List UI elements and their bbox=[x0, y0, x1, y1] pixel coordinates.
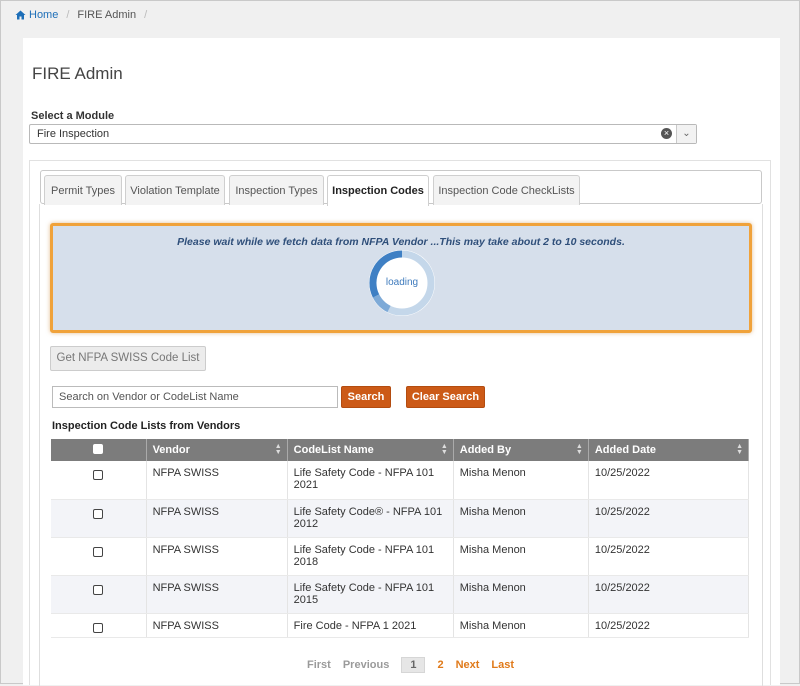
added-by-cell: Misha Menon bbox=[453, 613, 589, 638]
home-icon bbox=[15, 10, 26, 20]
added-date-cell: 10/25/2022 bbox=[588, 499, 750, 538]
breadcrumb-separator: / bbox=[144, 9, 148, 21]
vendor-cell: NFPA SWISS bbox=[146, 461, 288, 500]
codelist-cell: Life Safety Code - NFPA 101 2015 bbox=[287, 575, 454, 614]
added-by-cell: Misha Menon bbox=[453, 537, 589, 576]
vendor-cell: NFPA SWISS bbox=[146, 613, 288, 638]
row-checkbox[interactable] bbox=[93, 470, 104, 480]
breadcrumb-home-link[interactable]: Home bbox=[15, 9, 58, 21]
added-date-cell: 10/25/2022 bbox=[588, 461, 750, 500]
tab-inspection-types[interactable]: Inspection Types bbox=[229, 175, 324, 205]
select-all-checkbox[interactable] bbox=[93, 443, 104, 454]
tab-inspection-codes[interactable]: Inspection Codes bbox=[327, 175, 429, 206]
breadcrumb-current: FIRE Admin bbox=[77, 9, 137, 21]
codelist-cell: Life Safety Code - NFPA 101 2021 bbox=[287, 461, 454, 500]
vendor-cell: NFPA SWISS bbox=[146, 575, 288, 614]
module-select-label: Select a Module bbox=[31, 110, 115, 122]
pager-page-2[interactable]: 2 bbox=[437, 659, 443, 671]
table-header-row: Vendor ▲ ▼ CodeList Name ▲ ▼ Added By ▲ ▼ A… bbox=[51, 439, 750, 461]
row-checkbox[interactable] bbox=[93, 622, 104, 633]
breadcrumb: Home / FIRE Admin / bbox=[15, 9, 155, 21]
table-row: NFPA SWISS Life Safety Code - NFPA 101 2… bbox=[51, 537, 750, 576]
column-header-codelist-name[interactable]: CodeList Name ▲ ▼ bbox=[287, 439, 454, 461]
table-row: NFPA SWISS Life Safety Code - NFPA 101 2… bbox=[51, 461, 750, 500]
pager-last[interactable]: Last bbox=[491, 659, 514, 671]
sort-icon[interactable]: ▲ ▼ bbox=[275, 443, 282, 456]
module-select[interactable]: Fire Inspection × ⌄ bbox=[29, 124, 697, 144]
row-checkbox[interactable] bbox=[93, 584, 104, 595]
main-panel: FIRE Admin Select a Module Fire Inspecti… bbox=[23, 38, 780, 686]
tab-permit-types[interactable]: Permit Types bbox=[44, 175, 122, 205]
table-row: NFPA SWISS Fire Code - NFPA 1 2021 Misha… bbox=[51, 613, 750, 638]
get-nfpa-code-list-button[interactable]: Get NFPA SWISS Code List bbox=[50, 346, 206, 371]
tab-bar: Permit Types Violation Template Inspecti… bbox=[40, 170, 762, 206]
tab-inspection-code-checklists[interactable]: Inspection Code CheckLists bbox=[433, 175, 580, 205]
loading-overlay: Please wait while we fetch data from NFP… bbox=[50, 223, 752, 333]
row-select-cell bbox=[51, 613, 147, 638]
loading-spinner: loading bbox=[369, 250, 435, 316]
column-header-label: Vendor bbox=[152, 444, 190, 456]
pager-first[interactable]: First bbox=[307, 659, 331, 671]
row-select-cell bbox=[51, 499, 147, 538]
added-by-cell: Misha Menon bbox=[453, 499, 589, 538]
added-date-cell: 10/25/2022 bbox=[588, 537, 750, 576]
row-checkbox[interactable] bbox=[93, 546, 104, 557]
tab-violation-template[interactable]: Violation Template bbox=[125, 175, 225, 205]
sort-icon[interactable]: ▲ ▼ bbox=[576, 443, 583, 456]
table-row: NFPA SWISS Life Safety Code® - NFPA 101 … bbox=[51, 499, 750, 538]
sort-icon[interactable]: ▲ ▼ bbox=[441, 443, 448, 456]
clear-search-button[interactable]: Clear Search bbox=[406, 386, 485, 408]
page-title: FIRE Admin bbox=[32, 64, 123, 83]
search-button[interactable]: Search bbox=[341, 386, 391, 408]
column-header-added-by[interactable]: Added By ▲ ▼ bbox=[453, 439, 589, 461]
vendor-cell: NFPA SWISS bbox=[146, 537, 288, 576]
added-date-cell: 10/25/2022 bbox=[588, 613, 750, 638]
breadcrumb-separator: / bbox=[66, 9, 70, 21]
added-by-cell: Misha Menon bbox=[453, 575, 589, 614]
sort-icon[interactable]: ▲ ▼ bbox=[736, 443, 743, 456]
pager-next[interactable]: Next bbox=[456, 659, 480, 671]
row-select-cell bbox=[51, 575, 147, 614]
pager-previous[interactable]: Previous bbox=[343, 659, 389, 671]
loading-message: Please wait while we fetch data from NFP… bbox=[177, 236, 625, 248]
codelist-cell: Fire Code - NFPA 1 2021 bbox=[287, 613, 454, 638]
chevron-down-icon[interactable]: ⌄ bbox=[676, 125, 696, 143]
pager-page-1[interactable]: 1 bbox=[401, 657, 426, 673]
loading-spinner-text: loading bbox=[385, 277, 419, 288]
select-all-header bbox=[51, 439, 147, 461]
row-checkbox[interactable] bbox=[93, 508, 104, 519]
vendor-cell: NFPA SWISS bbox=[146, 499, 288, 538]
row-select-cell bbox=[51, 461, 147, 500]
codelist-cell: Life Safety Code - NFPA 101 2018 bbox=[287, 537, 454, 576]
column-header-label: Added Date bbox=[594, 444, 656, 456]
search-input[interactable] bbox=[52, 386, 338, 408]
clear-icon[interactable]: × bbox=[661, 128, 672, 139]
row-select-cell bbox=[51, 537, 147, 576]
codelist-table: Vendor ▲ ▼ CodeList Name ▲ ▼ Added By ▲ ▼ A… bbox=[51, 439, 750, 638]
list-heading: Inspection Code Lists from Vendors bbox=[52, 420, 241, 432]
breadcrumb-home-label: Home bbox=[29, 9, 59, 21]
column-header-label: CodeList Name bbox=[293, 444, 374, 456]
added-date-cell: 10/25/2022 bbox=[588, 575, 750, 614]
table-row: NFPA SWISS Life Safety Code - NFPA 101 2… bbox=[51, 575, 750, 614]
module-select-value: Fire Inspection bbox=[37, 128, 110, 140]
pagination: First Previous 1 2 Next Last bbox=[307, 657, 526, 673]
column-header-label: Added By bbox=[459, 444, 512, 456]
column-header-vendor[interactable]: Vendor ▲ ▼ bbox=[146, 439, 288, 461]
column-header-added-date[interactable]: Added Date ▲ ▼ bbox=[588, 439, 750, 461]
codelist-cell: Life Safety Code® - NFPA 101 2012 bbox=[287, 499, 454, 538]
added-by-cell: Misha Menon bbox=[453, 461, 589, 500]
